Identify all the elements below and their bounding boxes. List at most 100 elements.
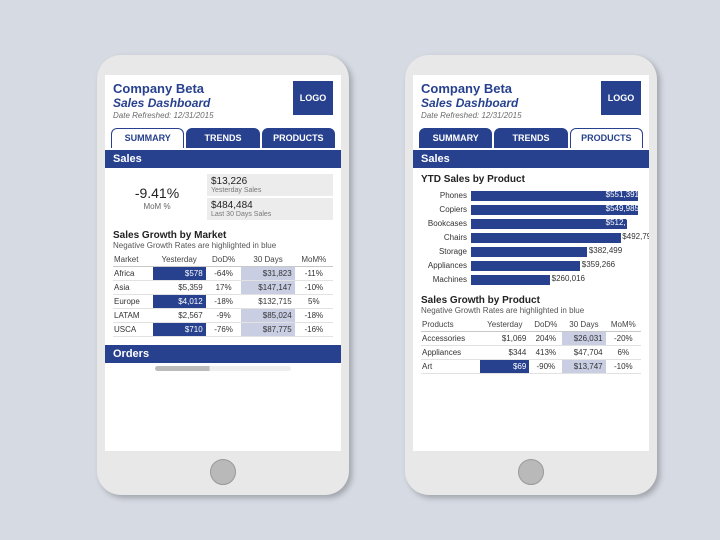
bar-value: $359,266	[582, 260, 615, 269]
table-row: Art$69-90%$13,747-10%	[421, 360, 641, 374]
cell-dod: 17%	[206, 281, 242, 295]
bar-value: $512,783	[606, 218, 639, 227]
chart-title: YTD Sales by Product	[413, 168, 649, 189]
home-button[interactable]	[518, 459, 544, 485]
bar-fill	[471, 247, 587, 257]
col-dod: DoD%	[206, 253, 242, 267]
bar-value: $260,016	[552, 274, 585, 283]
bar-label: Chairs	[421, 233, 471, 242]
table-row: Africa$578-64%$31,823-11%	[113, 267, 333, 281]
bar-label: Phones	[421, 191, 471, 200]
kpi-block: -9.41% MoM % $13,226Yesterday Sales $484…	[105, 168, 341, 228]
tab-trends[interactable]: TRENDS	[494, 128, 567, 148]
bar-row: Phones $551,391	[421, 189, 641, 202]
bar-row: Machines$260,016	[421, 273, 641, 286]
cell-30days: $85,024	[241, 309, 294, 323]
cell-yesterday: $578	[153, 267, 206, 281]
cell-30days: $47,704	[562, 346, 605, 360]
bar-track: $549,985	[471, 205, 641, 215]
bar-value: $551,391	[606, 190, 639, 199]
tab-products[interactable]: PRODUCTS	[262, 128, 335, 148]
col-mom: MoM%	[295, 253, 333, 267]
screen: Company Beta Sales Dashboard Date Refres…	[413, 75, 649, 451]
col-dod: DoD%	[529, 318, 562, 332]
tab-bar: SUMMARY TRENDS PRODUCTS	[413, 128, 649, 148]
cell-dod: 413%	[529, 346, 562, 360]
cell-mom: -10%	[295, 281, 333, 295]
market-table: Market Yesterday DoD% 30 Days MoM% Afric…	[113, 253, 333, 337]
kpi-value: -9.41%	[113, 185, 201, 201]
cell-dod: -18%	[206, 295, 242, 309]
col-products: Products	[421, 318, 480, 332]
cell-mom: 6%	[606, 346, 641, 360]
cell-30days: $132,715	[241, 295, 294, 309]
table-row: Accessories$1,069204%$26,031-20%	[421, 332, 641, 346]
kpi-label: MoM %	[113, 202, 201, 211]
cell-market: Africa	[113, 267, 153, 281]
logo-placeholder: LOGO	[293, 81, 333, 115]
table-row: Asia$5,35917%$147,147-10%	[113, 281, 333, 295]
cell-30days: $26,031	[562, 332, 605, 346]
header: Company Beta Sales Dashboard Date Refres…	[105, 75, 341, 124]
kpi-yesterday-value: $13,226	[211, 176, 329, 187]
cell-product: Appliances	[421, 346, 480, 360]
cell-yesterday: $344	[480, 346, 529, 360]
cell-30days: $87,775	[241, 323, 294, 337]
tab-trends[interactable]: TRENDS	[186, 128, 259, 148]
phone-mockup-products: Company Beta Sales Dashboard Date Refres…	[405, 55, 657, 495]
col-30days: 30 Days	[562, 318, 605, 332]
col-mom: MoM%	[606, 318, 641, 332]
cell-dod: -76%	[206, 323, 242, 337]
ytd-bar-chart: Phones$551,391Copiers$549,985Bookcases$5…	[413, 189, 649, 293]
bar-label: Storage	[421, 247, 471, 256]
section-sales: Sales	[105, 150, 341, 168]
bar-fill	[471, 233, 621, 243]
col-market: Market	[113, 253, 153, 267]
bar-track: $359,266	[471, 261, 641, 271]
cell-dod: -90%	[529, 360, 562, 374]
kpi-30day-label: Last 30 Days Sales	[211, 211, 329, 218]
col-30days: 30 Days	[241, 253, 294, 267]
growth-product-title: Sales Growth by Product	[413, 293, 649, 306]
table-row: Europe$4,012-18%$132,7155%	[113, 295, 333, 309]
cell-yesterday: $4,012	[153, 295, 206, 309]
tab-products[interactable]: PRODUCTS	[570, 128, 643, 148]
cell-market: Asia	[113, 281, 153, 295]
cell-yesterday: $2,567	[153, 309, 206, 323]
bar-fill	[471, 219, 627, 229]
screen: Company Beta Sales Dashboard Date Refres…	[105, 75, 341, 451]
tab-bar: SUMMARY TRENDS PRODUCTS	[105, 128, 341, 148]
cell-mom: -20%	[606, 332, 641, 346]
bar-track: $492,792	[471, 233, 641, 243]
section-sales: Sales	[413, 150, 649, 168]
cell-yesterday: $710	[153, 323, 206, 337]
home-button[interactable]	[210, 459, 236, 485]
bar-track: $260,016	[471, 275, 641, 285]
tab-summary[interactable]: SUMMARY	[111, 128, 184, 148]
scrollbar[interactable]	[155, 366, 291, 371]
bar-fill	[471, 261, 580, 271]
logo-placeholder: LOGO	[601, 81, 641, 115]
kpi-30day-value: $484,484	[211, 200, 329, 211]
bar-row: Bookcases $512,783	[421, 217, 641, 230]
growth-market-note: Negative Growth Rates are highlighted in…	[105, 241, 341, 253]
cell-product: Accessories	[421, 332, 480, 346]
bar-track: $382,499	[471, 247, 641, 257]
bar-value: $492,792	[622, 232, 649, 241]
cell-dod: -64%	[206, 267, 242, 281]
cell-mom: -10%	[606, 360, 641, 374]
table-row: Appliances$344413%$47,7046%	[421, 346, 641, 360]
cell-yesterday: $5,359	[153, 281, 206, 295]
cell-30days: $31,823	[241, 267, 294, 281]
cell-mom: 5%	[295, 295, 333, 309]
tab-summary[interactable]: SUMMARY	[419, 128, 492, 148]
header: Company Beta Sales Dashboard Date Refres…	[413, 75, 649, 124]
bar-track: $551,391	[471, 191, 641, 201]
col-yesterday: Yesterday	[153, 253, 206, 267]
cell-market: Europe	[113, 295, 153, 309]
cell-mom: -11%	[295, 267, 333, 281]
cell-yesterday: $1,069	[480, 332, 529, 346]
bar-label: Bookcases	[421, 219, 471, 228]
bar-fill	[471, 275, 550, 285]
bar-row: Copiers$549,985	[421, 203, 641, 216]
